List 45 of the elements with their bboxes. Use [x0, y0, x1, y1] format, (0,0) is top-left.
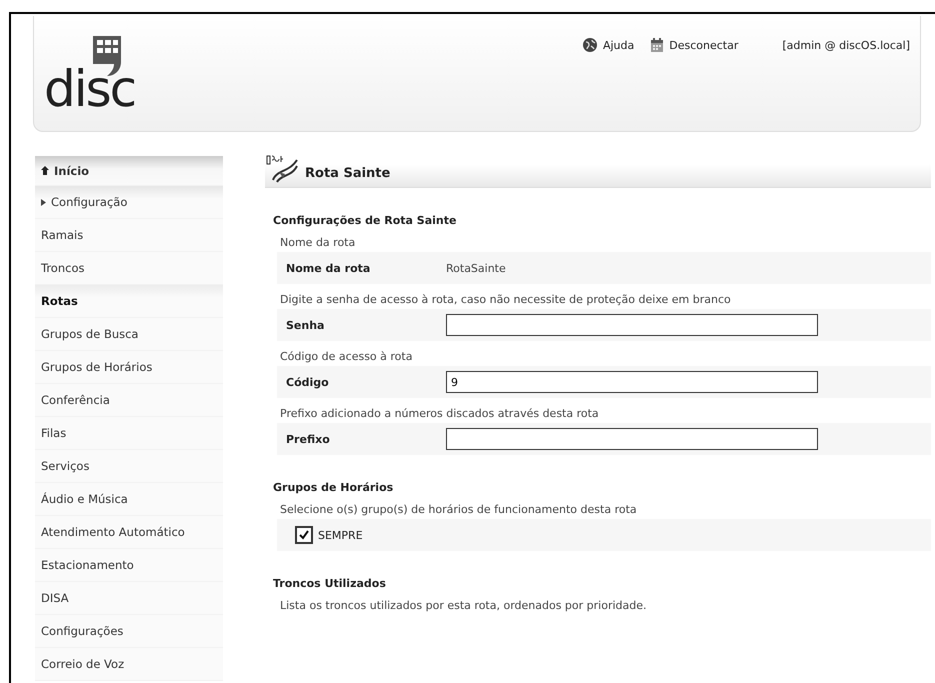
calendar-icon	[650, 37, 664, 53]
checkmark-icon	[299, 530, 309, 540]
triangle-icon	[41, 198, 46, 206]
field-value: RotaSainte	[446, 262, 506, 274]
globe-icon	[582, 37, 598, 53]
sidebar-item[interactable]: Configurações	[35, 615, 223, 648]
user-label: [admin @ discOS.local]	[782, 38, 910, 52]
field-description: Selecione o(s) grupo(s) de horários de funcionamento desta rota	[280, 503, 638, 516]
input-field[interactable]: 9	[446, 371, 818, 393]
home-link[interactable]: Início	[35, 156, 223, 186]
field-label: Código	[285, 376, 330, 388]
home-icon	[41, 166, 49, 175]
section-heading: Grupos de Horários	[273, 481, 394, 494]
logout-link[interactable]: Desconectar	[669, 38, 738, 52]
input-field[interactable]	[446, 428, 818, 450]
field-description: Digite a senha de acesso à rota, caso não necessite de proteção deixe em branco	[280, 293, 732, 306]
menu-group-header[interactable]: Configuração	[35, 186, 223, 219]
sidebar-item[interactable]: Áudio e Música	[35, 483, 223, 516]
section-heading: Troncos Utilizados	[273, 577, 387, 590]
sidebar-item[interactable]: Estacionamento	[35, 549, 223, 582]
sidebar-item[interactable]: Rotas	[35, 285, 223, 318]
checkbox[interactable]	[295, 526, 313, 544]
field-description: Nome da rota	[280, 236, 356, 249]
field-label: Nome da rota	[285, 262, 372, 274]
help-link[interactable]: Ajuda	[602, 38, 634, 52]
field-description: Prefixo adicionado a números discados através desta rota	[280, 407, 600, 420]
logo-text: disc	[44, 64, 136, 114]
page-title: Rota Sainte	[305, 166, 390, 181]
field-description: Código de acesso à rota	[280, 350, 414, 363]
field-description: Lista os troncos utilizados por esta rota, ordenados por prioridade.	[280, 599, 648, 612]
sidebar-item[interactable]: Serviços	[35, 450, 223, 483]
sidebar-item[interactable]: Grupos de Horários	[35, 351, 223, 384]
field-label: Senha	[285, 318, 326, 332]
sidebar-item[interactable]: Grupos de Busca	[35, 318, 223, 351]
sidebar-item[interactable]: Correio de Voz	[35, 648, 223, 681]
checkbox-label: SEMPRE	[318, 528, 363, 542]
input-field[interactable]	[446, 314, 818, 336]
sidebar-item[interactable]: Atendimento Automático	[35, 516, 223, 549]
sidebar-item[interactable]: Ramais	[35, 219, 223, 252]
sidebar-item[interactable]: Filas	[35, 417, 223, 450]
sidebar-item[interactable]: Conferência	[35, 384, 223, 417]
field-label: Prefixo	[285, 432, 331, 446]
route-icon	[265, 154, 299, 184]
sidebar-item[interactable]: DISA	[35, 582, 223, 615]
section-heading: Configurações de Rota Sainte	[273, 214, 458, 227]
